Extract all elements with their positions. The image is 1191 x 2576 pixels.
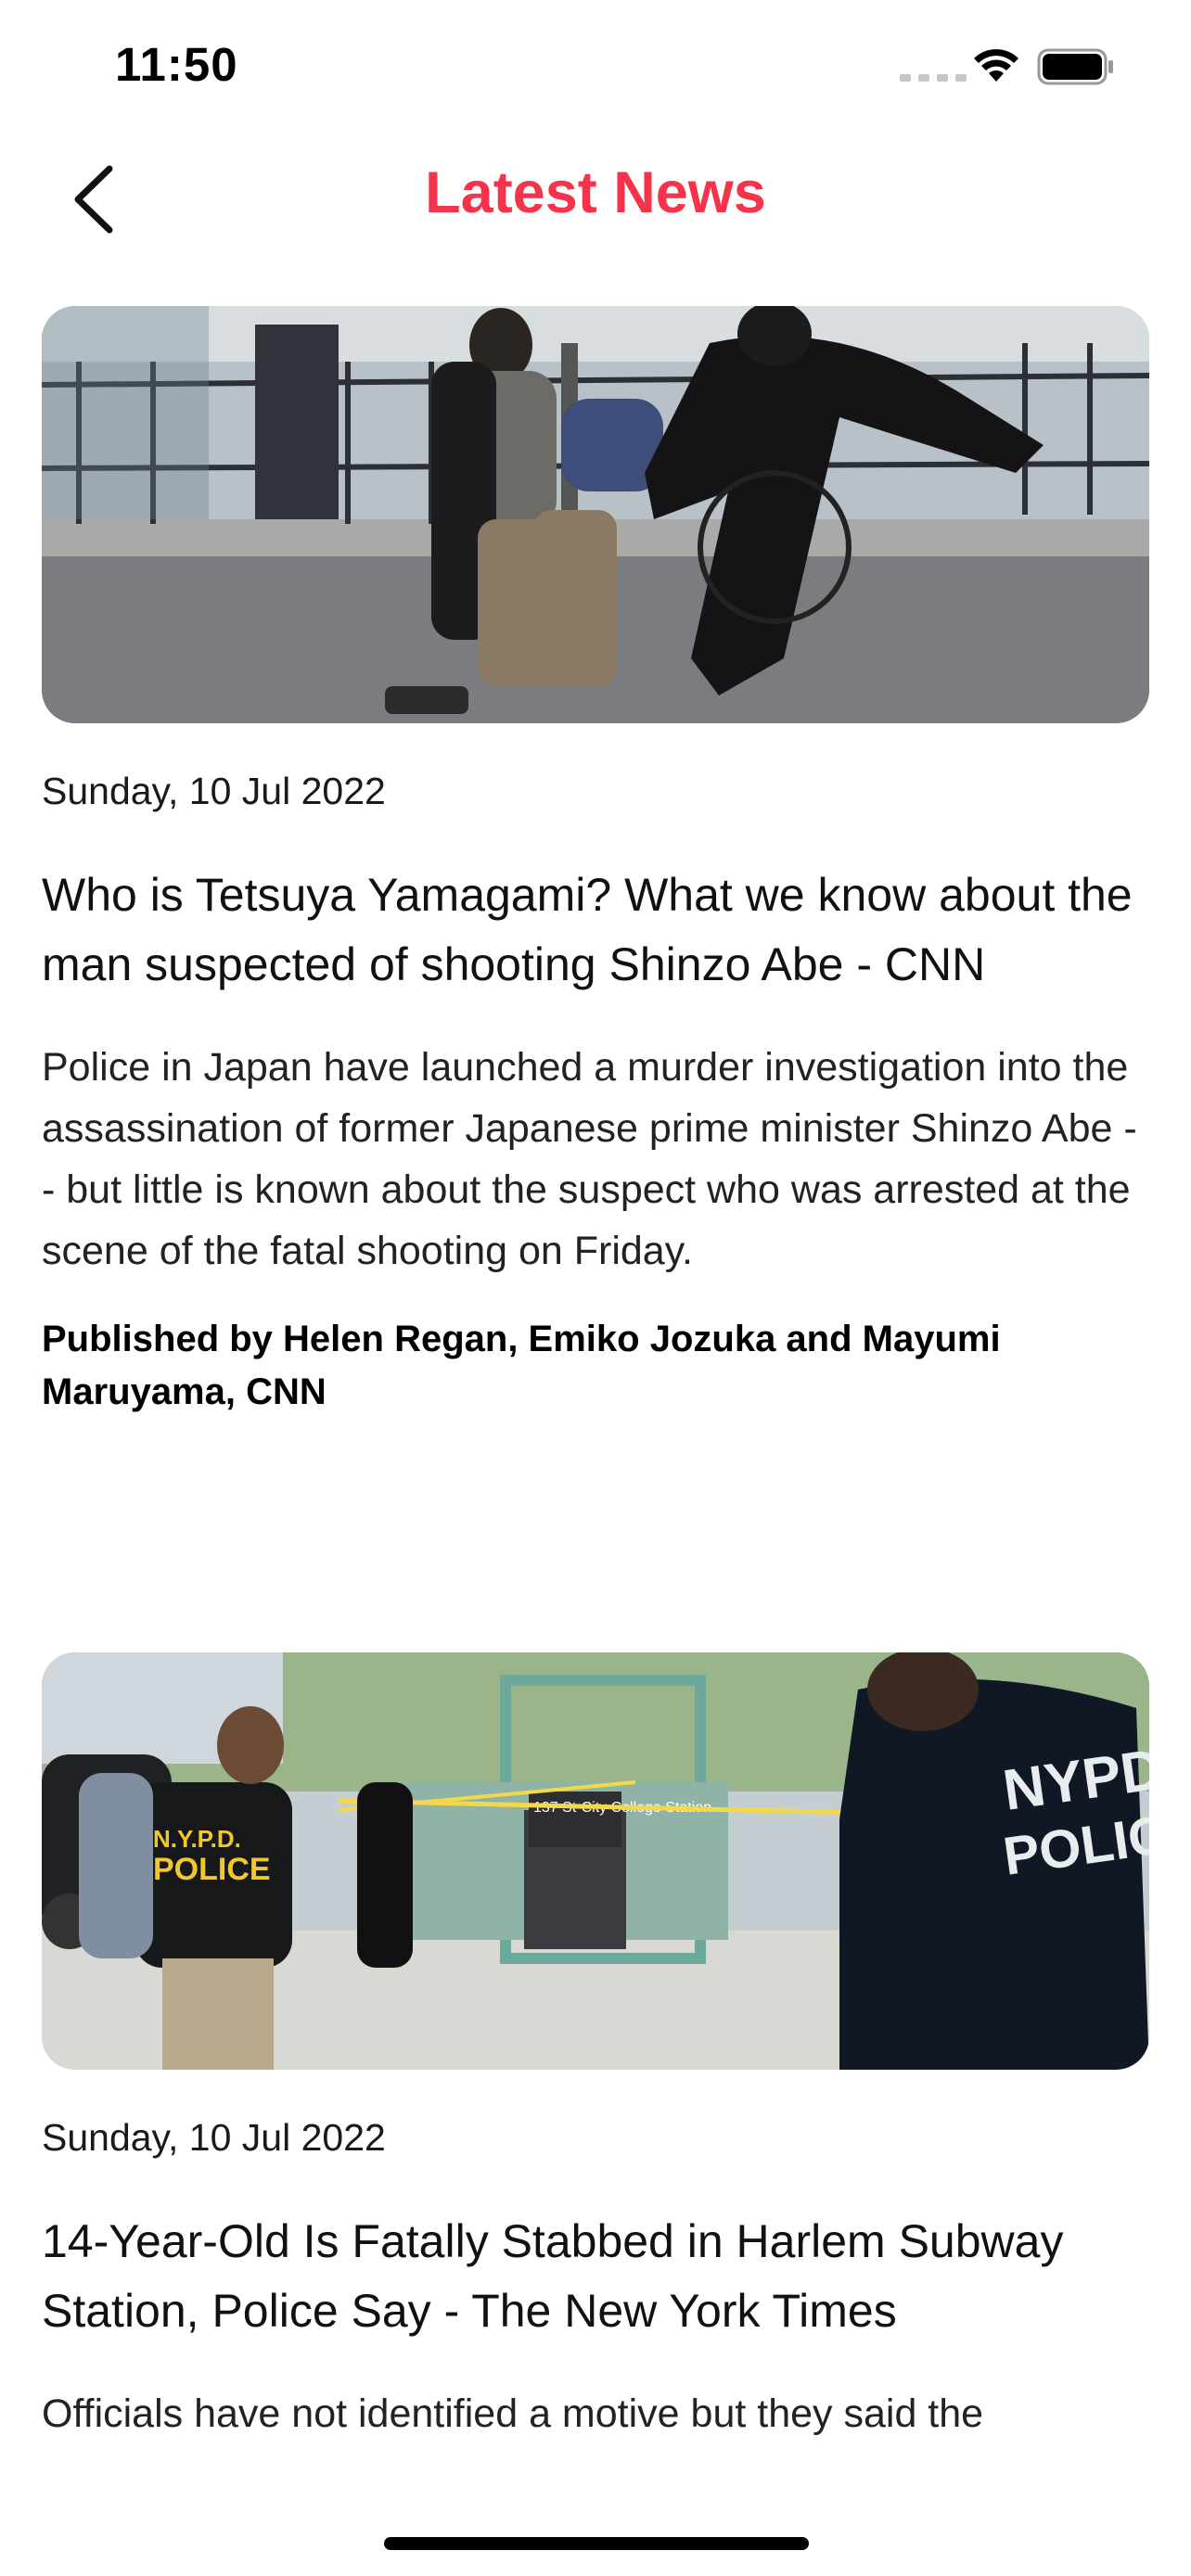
news-image	[42, 306, 1149, 723]
article-date: Sunday, 10 Jul 2022	[42, 2116, 386, 2159]
news-card[interactable]: Sunday, 10 Jul 2022 Who is Tetsuya Yamag…	[42, 306, 1149, 1419]
article-date: Sunday, 10 Jul 2022	[42, 770, 386, 812]
news-photo: 137 St-City College Station N.Y.P.D. POL…	[42, 1652, 1149, 2070]
article-author: Published by Helen Regan, Emiko Jozuka a…	[42, 1319, 1001, 1412]
article-description: Officials have not identified a motive b…	[42, 2391, 984, 2436]
feed-fade	[0, 2450, 1191, 2478]
article-title[interactable]: Who is Tetsuya Yamagami? What we know ab…	[42, 861, 1149, 1000]
article-title[interactable]: 14-Year-Old Is Fatally Stabbed in Harlem…	[42, 2207, 1149, 2346]
status-time: 11:50	[115, 38, 238, 91]
home-indicator[interactable]	[384, 2537, 809, 2550]
news-card[interactable]: 137 St-City College Station N.Y.P.D. POL…	[42, 1652, 1149, 2444]
news-feed[interactable]: Sunday, 10 Jul 2022 Who is Tetsuya Yamag…	[0, 278, 1191, 2478]
status-bar: 11:50	[0, 0, 1191, 134]
news-photo	[42, 306, 1149, 723]
battery-icon	[1037, 48, 1113, 85]
article-description: Police in Japan have launched a murder i…	[42, 1045, 1137, 1273]
svg-text:POLICE: POLICE	[153, 1852, 271, 1887]
nav-header: Latest News	[0, 139, 1191, 260]
wifi-icon	[974, 49, 1018, 82]
svg-text:N.Y.P.D.: N.Y.P.D.	[153, 1825, 241, 1853]
page-title: Latest News	[425, 160, 766, 225]
news-image: 137 St-City College Station N.Y.P.D. POL…	[42, 1652, 1149, 2070]
cellular-signal-icon	[900, 74, 967, 82]
